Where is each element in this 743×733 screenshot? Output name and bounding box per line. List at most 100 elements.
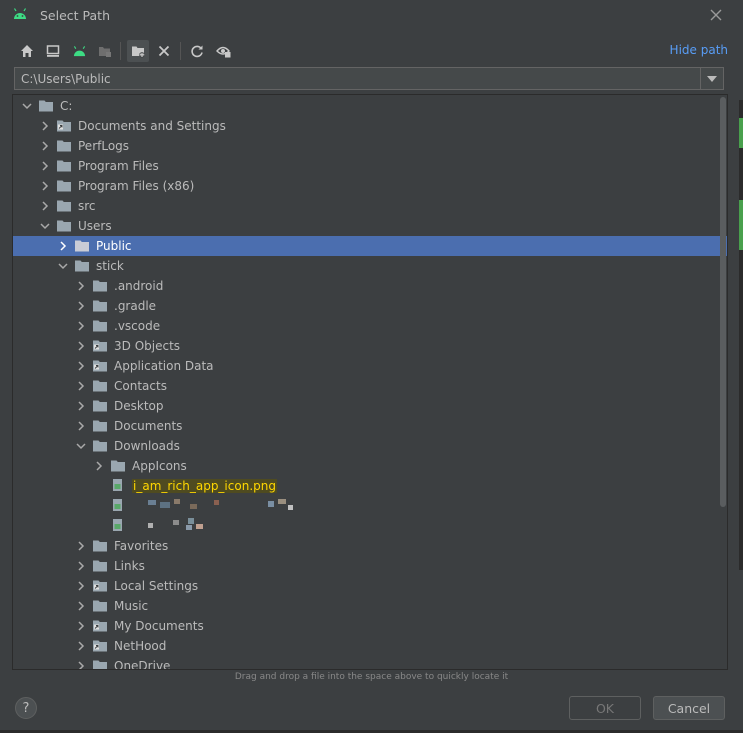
tree-row[interactable]: Public: [13, 236, 727, 256]
chevron-down-icon: [707, 75, 717, 82]
home-icon: [21, 45, 33, 57]
tree-row[interactable]: [13, 516, 727, 536]
tree-row-label: Public: [96, 239, 132, 253]
android-icon: [73, 45, 85, 56]
tree-row[interactable]: Users: [13, 216, 727, 236]
tree-row[interactable]: Application Data: [13, 356, 727, 376]
tree-row-label: stick: [96, 259, 124, 273]
tree-row[interactable]: PerfLogs: [13, 136, 727, 156]
chevron-right-icon[interactable]: [75, 660, 87, 670]
chevron-right-icon[interactable]: [75, 620, 87, 632]
chevron-down-icon[interactable]: [75, 440, 87, 452]
tree-row[interactable]: Music: [13, 596, 727, 616]
chevron-right-icon[interactable]: [75, 580, 87, 592]
chevron-right-icon[interactable]: [75, 320, 87, 332]
tree-scrollbar[interactable]: [720, 97, 726, 507]
refresh-button[interactable]: [186, 40, 208, 62]
redacted-filename: [288, 505, 293, 510]
desktop-button[interactable]: [42, 40, 64, 62]
chevron-right-icon[interactable]: [39, 160, 51, 172]
tree-row[interactable]: [13, 496, 727, 516]
tree-row-label: Documents: [114, 419, 183, 433]
tree-row[interactable]: AppIcons: [13, 456, 727, 476]
chevron-right-icon[interactable]: [93, 460, 105, 472]
home-button[interactable]: [16, 40, 38, 62]
tree-row-label: C:: [60, 99, 73, 113]
redacted-filename: [196, 524, 203, 529]
file-tree[interactable]: OneDrive NetHood My Documents Music Local Se…: [12, 94, 728, 670]
chevron-down-icon[interactable]: [57, 260, 69, 272]
refresh-icon: [191, 45, 203, 58]
android-sdk-button[interactable]: [68, 40, 90, 62]
tree-row[interactable]: NetHood: [13, 636, 727, 656]
tree-row[interactable]: .android: [13, 276, 727, 296]
chevron-right-icon[interactable]: [39, 120, 51, 132]
tree-row[interactable]: Favorites: [13, 536, 727, 556]
show-hidden-button[interactable]: [212, 40, 234, 62]
chevron-right-icon[interactable]: [75, 340, 87, 352]
tree-row[interactable]: src: [13, 196, 727, 216]
tree-row[interactable]: .vscode: [13, 316, 727, 336]
chevron-right-icon[interactable]: [39, 180, 51, 192]
redacted-filename: [190, 504, 197, 509]
tree-row[interactable]: Downloads: [13, 436, 727, 456]
chevron-right-icon[interactable]: [75, 280, 87, 292]
folder-link-icon: [57, 120, 71, 132]
tree-row[interactable]: Program Files (x86): [13, 176, 727, 196]
chevron-right-icon[interactable]: [75, 640, 87, 652]
tree-row-label: Program Files (x86): [78, 179, 195, 193]
tree-row[interactable]: Documents and Settings: [13, 116, 727, 136]
help-button[interactable]: ?: [15, 697, 37, 719]
folder-icon: [75, 260, 89, 272]
folder-link-icon: [93, 580, 107, 592]
folder-icon: [93, 420, 107, 432]
tree-row-label: NetHood: [114, 639, 167, 653]
tree-row-label: Local Settings: [114, 579, 199, 593]
path-history-dropdown[interactable]: [700, 68, 723, 89]
chevron-right-icon[interactable]: [75, 360, 87, 372]
cancel-button[interactable]: Cancel: [653, 696, 725, 720]
chevron-right-icon[interactable]: [39, 140, 51, 152]
hide-path-link[interactable]: Hide path: [670, 43, 728, 57]
chevron-right-icon[interactable]: [75, 300, 87, 312]
chevron-right-icon[interactable]: [75, 600, 87, 612]
tree-row[interactable]: Documents: [13, 416, 727, 436]
show-hidden-icon: [215, 46, 230, 58]
new-folder-button[interactable]: [127, 40, 149, 62]
chevron-right-icon[interactable]: [75, 380, 87, 392]
tree-row[interactable]: My Documents: [13, 616, 727, 636]
tree-row[interactable]: i_am_rich_app_icon.png: [13, 476, 727, 496]
chevron-right-icon[interactable]: [75, 420, 87, 432]
redacted-filename: [278, 499, 286, 504]
chevron-right-icon[interactable]: [75, 540, 87, 552]
background-window-edge: [739, 100, 743, 570]
folder-icon: [57, 220, 71, 232]
tree-row[interactable]: 3D Objects: [13, 336, 727, 356]
tree-row[interactable]: Contacts: [13, 376, 727, 396]
chevron-right-icon[interactable]: [75, 400, 87, 412]
folder-link-icon: [93, 620, 107, 632]
image-file-icon: [113, 479, 122, 491]
folder-icon: [57, 140, 71, 152]
tree-row[interactable]: C:: [13, 96, 727, 116]
chevron-right-icon[interactable]: [57, 240, 69, 252]
path-input[interactable]: C:\Users\Public: [14, 67, 724, 90]
delete-button[interactable]: [153, 40, 175, 62]
ok-button[interactable]: OK: [569, 696, 641, 720]
tree-row[interactable]: stick: [13, 256, 727, 276]
chevron-right-icon[interactable]: [75, 560, 87, 572]
chevron-down-icon[interactable]: [21, 100, 33, 112]
chevron-down-icon[interactable]: [39, 220, 51, 232]
chevron-right-icon[interactable]: [39, 200, 51, 212]
tree-row[interactable]: Links: [13, 556, 727, 576]
redacted-filename: [186, 525, 192, 530]
tree-row[interactable]: Program Files: [13, 156, 727, 176]
toolbar-separator: [180, 42, 181, 60]
close-icon[interactable]: [707, 6, 725, 24]
tree-row[interactable]: Local Settings: [13, 576, 727, 596]
tree-row[interactable]: .gradle: [13, 296, 727, 316]
redacted-filename: [173, 520, 179, 525]
tree-row[interactable]: OneDrive: [13, 656, 727, 670]
tree-row[interactable]: Desktop: [13, 396, 727, 416]
module-button[interactable]: [94, 40, 116, 62]
